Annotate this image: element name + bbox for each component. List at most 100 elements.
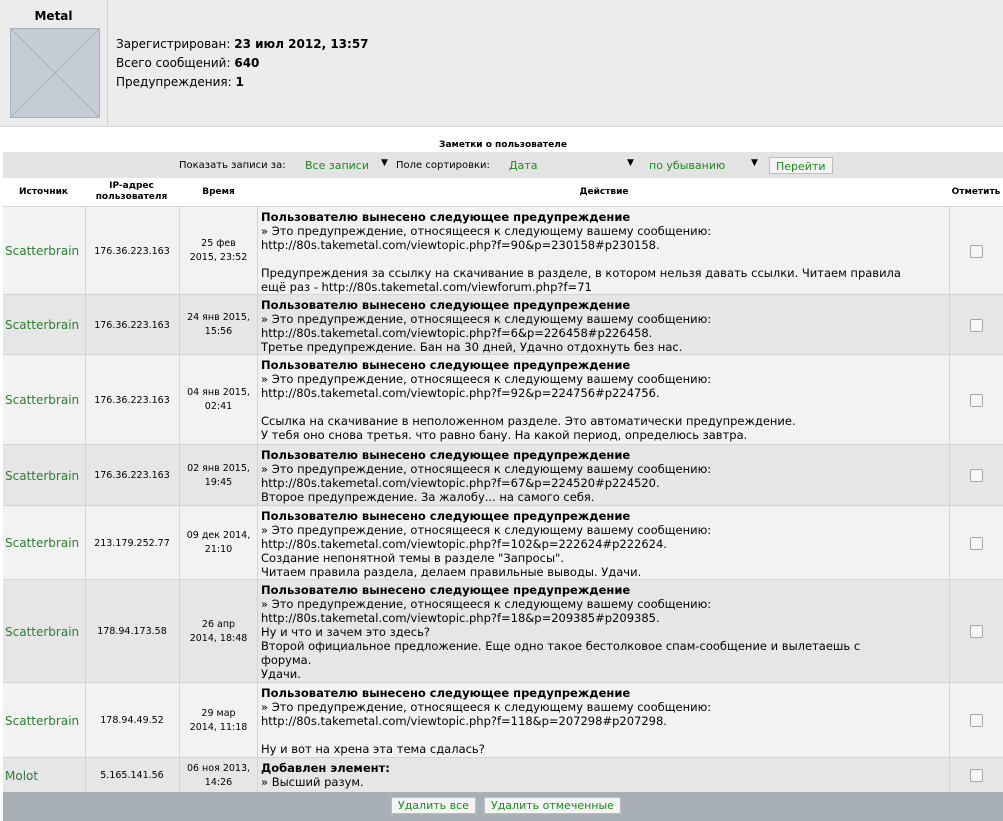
sort-dir-value: по убыванию bbox=[649, 159, 726, 172]
ip-address: 176.36.223.163 bbox=[85, 295, 178, 355]
action-title: Пользователю вынесено следующее предупре… bbox=[261, 686, 631, 700]
chevron-down-icon: ▼ bbox=[381, 158, 388, 168]
table-row: Scatterbrain 176.36.223.163 02 янв 2015,… bbox=[3, 444, 1003, 506]
mark-checkbox[interactable] bbox=[970, 625, 983, 638]
col-mark: Отметить bbox=[951, 186, 1001, 197]
ip-address: 5.165.141.56 bbox=[85, 758, 178, 793]
mark-checkbox[interactable] bbox=[970, 393, 983, 407]
action-title: Пользователю вынесено следующее предупре… bbox=[261, 298, 631, 312]
action-body: » Это предупреждение, относящееся к след… bbox=[261, 462, 712, 504]
col-action: Действие bbox=[579, 186, 629, 197]
action-title: Пользователю вынесено следующее предупре… bbox=[261, 358, 631, 372]
mark-checkbox[interactable] bbox=[970, 536, 983, 550]
action-body: » Это предупреждение, относящееся к след… bbox=[261, 597, 861, 681]
filter-bar: Показать записи за: Все записи ▼ Поле со… bbox=[3, 152, 1003, 178]
registered-field: Зарегистрирован: 23 июл 2012, 13:57 bbox=[116, 35, 369, 54]
action-text: Пользователю вынесено следующее предупре… bbox=[259, 580, 949, 683]
sort-field-select[interactable]: Дата ▼ bbox=[509, 158, 635, 172]
sort-dir-select[interactable]: по убыванию ▼ bbox=[649, 158, 759, 172]
source-link[interactable]: Scatterbrain bbox=[3, 393, 79, 407]
chevron-down-icon: ▼ bbox=[751, 158, 758, 168]
sort-label: Поле сортировки: bbox=[396, 160, 490, 171]
table-row: Scatterbrain 178.94.173.58 26 апр 2014, 1… bbox=[3, 579, 1003, 683]
ip-address: 178.94.49.52 bbox=[85, 683, 178, 758]
action-title: Пользователю вынесено следующее предупре… bbox=[261, 509, 631, 523]
timestamp: 25 фев 2015, 23:52 bbox=[179, 207, 258, 295]
warnings-field: Предупреждения: 1 bbox=[116, 73, 244, 92]
table-row: Scatterbrain 176.36.223.163 24 янв 2015,… bbox=[3, 294, 1003, 355]
show-select[interactable]: Все записи ▼ bbox=[305, 158, 389, 172]
action-footer: Удалить все Удалить отмеченные bbox=[3, 792, 1003, 821]
mark-checkbox[interactable] bbox=[970, 714, 983, 727]
action-title: Добавлен элемент: bbox=[261, 761, 390, 775]
warnings-label: Предупреждения: bbox=[116, 75, 232, 89]
action-text: Добавлен элемент:» Высший разум. bbox=[259, 758, 949, 793]
chevron-down-icon: ▼ bbox=[627, 158, 634, 168]
username: Metal bbox=[34, 9, 73, 23]
avatar bbox=[10, 28, 100, 118]
source-link[interactable]: Scatterbrain bbox=[3, 536, 79, 550]
mark-checkbox[interactable] bbox=[970, 769, 983, 782]
delete-marked-button[interactable]: Удалить отмеченные bbox=[484, 797, 621, 814]
registered-value: 23 июл 2012, 13:57 bbox=[234, 37, 369, 51]
mark-checkbox[interactable] bbox=[970, 244, 983, 258]
ip-address: 213.179.252.77 bbox=[85, 506, 178, 580]
action-body: » Высший разум. bbox=[261, 775, 364, 789]
action-text: Пользователю вынесено следующее предупре… bbox=[259, 445, 949, 506]
table-row: Molot 5.165.141.56 06 ноя 2013, 14:26 Доб… bbox=[3, 757, 1003, 793]
action-text: Пользователю вынесено следующее предупре… bbox=[259, 683, 949, 758]
notes-title: Заметки о пользователе bbox=[3, 139, 1003, 152]
action-title: Пользователю вынесено следующее предупре… bbox=[261, 448, 631, 462]
timestamp: 24 янв 2015, 15:56 bbox=[179, 295, 258, 355]
action-title: Пользователю вынесено следующее предупре… bbox=[261, 583, 631, 597]
user-profile-panel: Metal Зарегистрирован: 23 июл 2012, 13:5… bbox=[0, 0, 1003, 127]
go-button[interactable]: Перейти bbox=[769, 157, 833, 174]
avatar-placeholder-icon bbox=[11, 29, 99, 117]
action-body: » Это предупреждение, относящееся к след… bbox=[261, 700, 712, 756]
col-source: Источник bbox=[18, 186, 69, 197]
registered-label: Зарегистрирован: bbox=[116, 37, 231, 51]
ip-address: 176.36.223.163 bbox=[85, 207, 178, 295]
action-title: Пользователю вынесено следующее предупре… bbox=[261, 210, 631, 224]
posts-label: Всего сообщений: bbox=[116, 56, 231, 70]
warnings-value: 1 bbox=[235, 75, 244, 89]
timestamp: 29 мар 2014, 11:18 bbox=[179, 683, 258, 758]
action-text: Пользователю вынесено следующее предупре… bbox=[259, 295, 949, 355]
source-link[interactable]: Scatterbrain bbox=[3, 469, 79, 483]
source-link[interactable]: Scatterbrain bbox=[3, 318, 79, 332]
timestamp: 04 янв 2015, 02:41 bbox=[179, 355, 258, 445]
ip-address: 178.94.173.58 bbox=[85, 580, 178, 683]
mark-checkbox[interactable] bbox=[970, 469, 983, 482]
posts-field: Всего сообщений: 640 bbox=[116, 54, 259, 73]
show-label: Показать записи за: bbox=[179, 160, 286, 171]
action-body: » Это предупреждение, относящееся к след… bbox=[261, 523, 712, 579]
table-row: Scatterbrain 213.179.252.77 09 дек 2014,… bbox=[3, 505, 1003, 580]
table-row: Scatterbrain 176.36.223.163 25 фев 2015, … bbox=[3, 206, 1003, 295]
action-body: » Это предупреждение, относящееся к след… bbox=[261, 372, 796, 442]
table-row: Scatterbrain 178.94.49.52 29 мар 2014, 11… bbox=[3, 682, 1003, 758]
source-link[interactable]: Molot bbox=[3, 769, 38, 783]
ip-address: 176.36.223.163 bbox=[85, 445, 178, 506]
action-body: » Это предупреждение, относящееся к след… bbox=[261, 312, 712, 354]
ip-address: 176.36.223.163 bbox=[85, 355, 178, 445]
source-link[interactable]: Scatterbrain bbox=[3, 244, 79, 258]
action-text: Пользователю вынесено следующее предупре… bbox=[259, 207, 949, 295]
avatar-cell: Metal bbox=[0, 0, 108, 126]
posts-value: 640 bbox=[234, 56, 260, 70]
timestamp: 06 ноя 2013, 14:26 bbox=[179, 758, 258, 793]
action-text: Пользователю вынесено следующее предупре… bbox=[259, 506, 949, 580]
source-link[interactable]: Scatterbrain bbox=[3, 714, 79, 728]
mark-checkbox[interactable] bbox=[970, 318, 983, 332]
timestamp: 26 апр 2014, 18:48 bbox=[179, 580, 258, 683]
col-time: Время bbox=[202, 186, 235, 197]
sort-field-value: Дата bbox=[509, 159, 538, 172]
timestamp: 09 дек 2014, 21:10 bbox=[179, 506, 258, 580]
table-row: Scatterbrain 176.36.223.163 04 янв 2015,… bbox=[3, 354, 1003, 445]
source-link[interactable]: Scatterbrain bbox=[3, 625, 79, 639]
delete-all-button[interactable]: Удалить все bbox=[391, 797, 476, 814]
show-select-value: Все записи bbox=[305, 159, 369, 172]
timestamp: 02 янв 2015, 19:45 bbox=[179, 445, 258, 506]
col-ip: IP-адрес пользователя bbox=[95, 181, 168, 202]
action-body: » Это предупреждение, относящееся к след… bbox=[261, 224, 901, 294]
action-text: Пользователю вынесено следующее предупре… bbox=[259, 355, 949, 445]
